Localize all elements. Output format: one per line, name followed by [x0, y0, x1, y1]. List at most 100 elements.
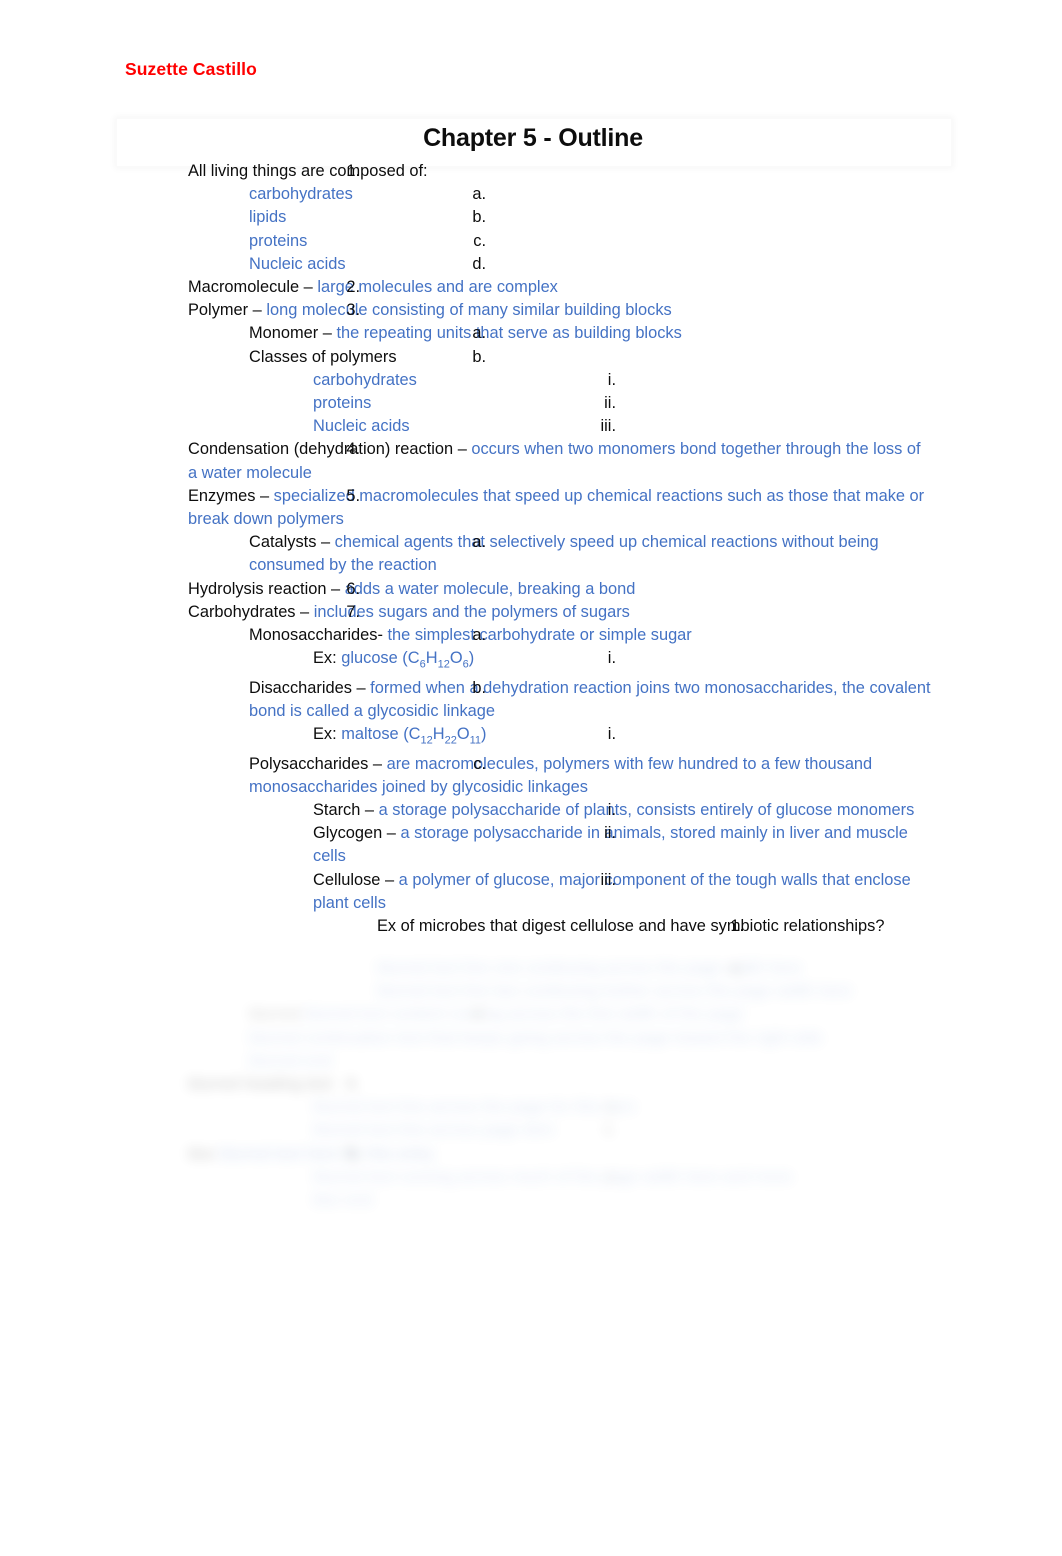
- list-marker: ii.: [604, 824, 616, 843]
- list-item: d. Nucleic acids: [249, 253, 932, 276]
- list-marker: b.: [472, 208, 486, 227]
- list-item-term: Carbohydrates –: [188, 602, 314, 621]
- list-marker: 4.: [346, 440, 360, 459]
- list-item-term: Catalysts –: [249, 533, 335, 552]
- list-item: blurred text line two continuing further…: [377, 980, 952, 1003]
- list-item: blur end: [313, 1189, 942, 1212]
- chemical-formula: maltose (C12H22O11): [341, 725, 487, 747]
- list-marker: 2.: [346, 278, 360, 297]
- list-item-definition: Nucleic acids: [313, 417, 410, 436]
- list-marker: a.: [730, 959, 744, 977]
- list-marker: b.: [472, 347, 486, 366]
- list-item: b. lipids: [249, 206, 932, 229]
- list-item-definition: blurred text running across much of the …: [313, 1167, 793, 1186]
- list-item: b. Disaccharides – formed when a dehydra…: [249, 677, 932, 723]
- list-item-definition: a storage polysaccharide of plants, cons…: [378, 801, 915, 820]
- list-marker: ii.: [604, 394, 616, 413]
- list-item-term: Ex:: [313, 725, 342, 744]
- list-item-term: Classes of polymers: [249, 347, 397, 366]
- list-item-definition: blurred text line one continuing across …: [377, 959, 802, 977]
- list-item-term: Glycogen –: [313, 824, 401, 843]
- list-marker: 6.: [346, 579, 360, 598]
- list-item-term: Polymer –: [188, 301, 267, 320]
- list-marker: 3.: [346, 301, 360, 320]
- formula-element: O: [449, 649, 463, 668]
- list-marker: i.: [607, 725, 616, 744]
- list-marker: iii.: [600, 870, 616, 889]
- list-item: 7. Carbohydrates – includes sugars and t…: [188, 601, 932, 624]
- list-item: c. proteins: [249, 230, 932, 253]
- list-item-term: blur: [188, 1144, 220, 1163]
- list-marker: c.: [473, 231, 486, 250]
- list-item: 6. Hydrolysis reaction – adds a water mo…: [188, 578, 932, 601]
- list-item-definition: carbohydrates: [249, 185, 353, 204]
- list-item-term: Disaccharides –: [249, 678, 371, 697]
- list-item-term: Polysaccharides –: [249, 754, 387, 773]
- list-marker: 1.: [346, 162, 360, 180]
- list-item: a. blurred text line one continuing acro…: [377, 957, 952, 980]
- list-item-term: Enzymes –: [188, 486, 274, 505]
- list-item-definition: the repeating units that serve as buildi…: [336, 324, 682, 343]
- list-item-term: Starch –: [313, 801, 379, 820]
- list-item-term: blurred: [249, 1005, 305, 1024]
- list-item: a. Monosaccharides- the simplest carbohy…: [249, 624, 932, 647]
- list-item: d. blurred blurred text content running …: [249, 1003, 932, 1026]
- chemical-formula: glucose (C6H12O6): [341, 649, 475, 671]
- formula-element: C: [407, 649, 420, 668]
- list-item: a. Catalysts – chemical agents that sele…: [249, 531, 932, 577]
- list-marker: i.: [607, 801, 616, 820]
- formula-subscript: 12: [437, 658, 450, 671]
- list-marker: c.: [473, 754, 486, 773]
- molecule-name: maltose: [341, 725, 399, 744]
- formula-element: C: [408, 725, 421, 744]
- list-item-definition: blurred end: [249, 1051, 332, 1070]
- list-marker: a.: [472, 185, 486, 204]
- list-item-definition: adds a water molecule, breaking a bond: [344, 579, 636, 598]
- list-item: i. Ex: glucose (C6H12O6): [313, 647, 942, 676]
- list-item: ii. proteins: [313, 392, 942, 415]
- list-item: 3. Polymer – long molecule consisting of…: [188, 299, 932, 322]
- list-item: 8. blurred heading text: [188, 1073, 932, 1096]
- list-item-definition: blurred text line across the page for th…: [313, 1098, 636, 1117]
- formula-subscript: 11: [469, 734, 482, 747]
- list-item-term: Macromolecule –: [188, 278, 318, 297]
- list-item: ii. Glycogen – a storage polysaccharide …: [313, 822, 942, 868]
- list-marker: i.: [607, 1167, 616, 1186]
- list-item-definition: proteins: [249, 231, 308, 250]
- list-item-term: Ex of microbes that digest cellulose and…: [377, 917, 885, 936]
- list-marker: 1.: [730, 917, 744, 936]
- formula-element: H: [425, 649, 438, 668]
- list-item-definition: chemical agents that selectively speed u…: [249, 533, 879, 575]
- list-marker: a.: [472, 324, 486, 343]
- list-item-definition: includes sugars and the polymers of suga…: [313, 602, 630, 621]
- list-item-term: blurred heading text: [188, 1075, 333, 1094]
- list-item: iii. Nucleic acids: [313, 415, 942, 438]
- list-marker: i.: [607, 1098, 616, 1117]
- list-item-definition: carbohydrates: [313, 370, 417, 389]
- list-marker: 5.: [346, 486, 360, 505]
- list-item-definition: blurred text line two continuing further…: [377, 982, 852, 1001]
- list-marker: 7.: [346, 602, 360, 621]
- list-item: iii. Cellulose – a polymer of glucose, m…: [313, 869, 942, 915]
- list-item-definition: proteins: [313, 394, 372, 413]
- list-item-definition: blurred text content running across the …: [304, 1005, 744, 1024]
- formula-element: O: [456, 725, 470, 744]
- list-item: i. Starch – a storage polysaccharide of …: [313, 799, 942, 822]
- formula-subscript: 12: [420, 734, 433, 747]
- list-item-definition: Nucleic acids: [249, 254, 346, 273]
- list-item: c. Polysaccharides – are macromolecules,…: [249, 753, 932, 799]
- list-item: ii. blurred text line across page item: [313, 1119, 942, 1142]
- list-item: i. carbohydrates: [313, 369, 942, 392]
- list-item-definition: lipids: [249, 208, 287, 227]
- list-item-definition: blurred continuation text that keeps goi…: [249, 1028, 823, 1047]
- list-item: 5. Enzymes – specialized macromolecules …: [188, 485, 932, 531]
- list-item: 2. Macromolecule – large molecules and a…: [188, 276, 932, 299]
- list-item: i. blurred text running across much of t…: [313, 1166, 942, 1189]
- formula-subscript: 6: [462, 658, 469, 671]
- document-page: Suzette Castillo Chapter 5 - Outline 1. …: [0, 0, 1062, 1556]
- list-item-term: Ex:: [313, 649, 342, 668]
- formula-subscript: 22: [444, 734, 457, 747]
- formula-element: H: [432, 725, 445, 744]
- list-item: i. blurred text line across the page for…: [313, 1096, 942, 1119]
- outline-list: 1. All living things are composed of: a.…: [0, 160, 1062, 938]
